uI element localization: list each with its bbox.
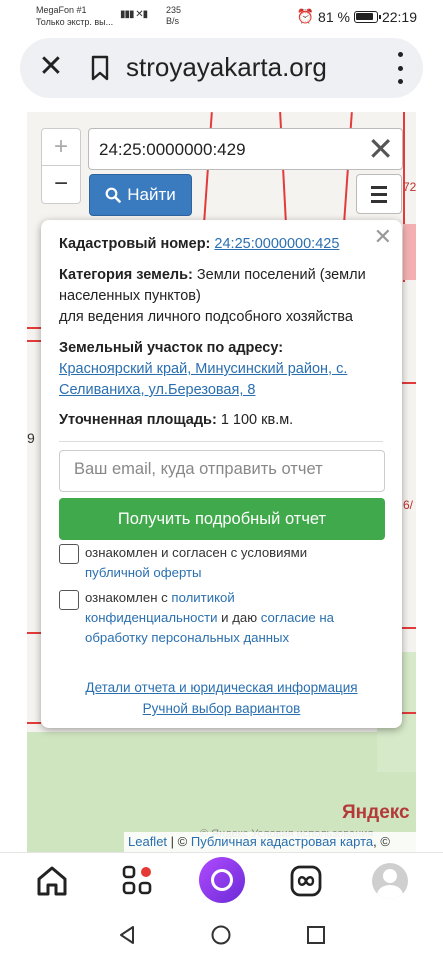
video-icon[interactable] xyxy=(288,863,324,899)
consent-link-2[interactable]: обработку персональных данных xyxy=(85,630,289,645)
manual-select-link[interactable]: Ручной выбор вариантов xyxy=(41,701,402,716)
map-attribution: Leaflet | © Публичная кадастровая карта,… xyxy=(124,832,416,852)
carrier-name: MegaFon #1 xyxy=(36,5,87,15)
offer-checkbox[interactable] xyxy=(59,544,79,564)
avatar[interactable] xyxy=(372,863,408,899)
recent-apps-icon[interactable] xyxy=(305,924,327,946)
clear-icon[interactable]: ✕ xyxy=(367,133,394,165)
search-input[interactable] xyxy=(99,137,359,163)
home-icon[interactable] xyxy=(34,863,70,899)
cadastre-source-link[interactable]: Публичная кадастровая карта xyxy=(191,834,373,849)
zoom-in-button[interactable]: + xyxy=(42,129,80,166)
category-row: Категория земель: Земли поселений (земли… xyxy=(59,265,389,328)
zoom-out-button[interactable]: − xyxy=(42,166,80,203)
attribution-sep: | © xyxy=(167,834,191,849)
find-label: Найти xyxy=(127,185,176,204)
privacy-mid: и даю xyxy=(221,610,258,625)
bookmark-icon[interactable] xyxy=(90,55,110,81)
offer-link[interactable]: публичной оферты xyxy=(85,565,202,580)
parcel-line xyxy=(27,340,41,342)
attribution-tail: , © xyxy=(373,834,390,849)
carrier-sub: Только экстр. вы... xyxy=(36,17,114,27)
category-value-2: населенных пунктов) xyxy=(59,288,201,304)
area-value: 1 100 кв.м. xyxy=(220,412,294,428)
system-navigation xyxy=(0,910,443,960)
cadastral-search: ✕ xyxy=(88,128,403,170)
home-circle-icon[interactable] xyxy=(210,924,232,946)
parcel-line xyxy=(27,327,41,329)
more-vert-icon[interactable] xyxy=(395,52,405,84)
area-row: Уточненная площадь: 1 100 кв.м. xyxy=(59,410,293,431)
map-label: 9 xyxy=(27,430,35,446)
alice-assistant-icon[interactable] xyxy=(199,857,245,903)
address-link[interactable]: Красноярский край, Минусинский район, с. xyxy=(59,361,347,377)
status-right: ⏰ 81 % 22:19 xyxy=(297,8,417,25)
back-icon[interactable] xyxy=(116,924,138,946)
close-icon[interactable]: ✕ xyxy=(36,52,66,82)
parcel-highlight xyxy=(403,224,416,280)
privacy-link[interactable]: политикой xyxy=(171,590,234,605)
parcel-line xyxy=(402,712,416,714)
leaflet-link[interactable]: Leaflet xyxy=(128,834,167,849)
privacy-checkbox-label: ознакомлен с политикой конфиденциальност… xyxy=(85,588,385,648)
status-bar: MegaFon #1 Только экстр. вы... ▮▮▮ ✕▮ 23… xyxy=(0,0,443,34)
signal-icon: ▮▮▮ ✕▮ xyxy=(120,9,148,20)
map-label: 6/ xyxy=(403,498,414,512)
privacy-prefix: ознакомлен с xyxy=(85,590,168,605)
details-link[interactable]: Детали отчета и юридическая информация xyxy=(41,680,402,695)
search-icon xyxy=(105,187,122,203)
address-row: Земельный участок по адресу: Красноярски… xyxy=(59,338,389,401)
parcel-line xyxy=(402,382,416,384)
get-report-button[interactable]: Получить подробный отчет xyxy=(59,498,385,540)
parcel-info-popup: ✕ Кадастровый номер: 24:25:0000000:425 К… xyxy=(41,220,402,728)
address-link-2[interactable]: Селиваниха, ул.Березовая, 8 xyxy=(59,382,255,398)
privacy-link-2[interactable]: конфиденциальности xyxy=(85,610,218,625)
address-label: Земельный участок по адресу: xyxy=(59,340,284,356)
divider xyxy=(59,441,383,442)
battery-percent: 81 % xyxy=(318,8,350,25)
close-icon[interactable]: ✕ xyxy=(374,224,392,250)
category-value: Земли поселений (земли xyxy=(196,267,366,283)
email-field[interactable] xyxy=(74,460,374,479)
yandex-logo: Яндекс xyxy=(342,802,410,823)
cadastral-label: Кадастровый номер: xyxy=(59,236,211,252)
carrier-info: MegaFon #1 Только экстр. вы... xyxy=(36,4,113,28)
map-label: 72 xyxy=(403,180,416,194)
services-icon[interactable] xyxy=(120,863,156,899)
offer-checkbox-label: ознакомлен и согласен с условиями публич… xyxy=(85,543,385,583)
privacy-checkbox[interactable] xyxy=(59,590,79,610)
address-bar: ✕ stroyayakarta.org xyxy=(20,38,423,98)
battery-icon xyxy=(353,10,381,23)
alarm-icon: ⏰ xyxy=(296,8,315,24)
hamburger-icon[interactable] xyxy=(356,174,402,214)
area-label: Уточненная площадь: xyxy=(59,412,217,428)
parcel-line xyxy=(27,722,41,724)
category-label: Категория земель: xyxy=(59,267,193,283)
find-button[interactable]: Найти xyxy=(89,174,192,216)
clock: 22:19 xyxy=(381,8,417,25)
usage-text: для ведения личного подсобного хозяйства xyxy=(59,309,353,325)
zoom-control: + − xyxy=(41,128,81,204)
cadastral-link[interactable]: 24:25:0000000:425 xyxy=(214,236,339,252)
network-speed: 235 B/s xyxy=(166,5,181,27)
cadastral-number-row: Кадастровый номер: 24:25:0000000:425 xyxy=(59,234,339,255)
speed-unit: B/s xyxy=(166,16,180,26)
parcel-line xyxy=(27,632,41,634)
bottom-navigation xyxy=(0,852,443,910)
offer-text: ознакомлен и согласен с условиями xyxy=(85,545,308,560)
parcel-line xyxy=(402,627,416,629)
url-text[interactable]: stroyayakarta.org xyxy=(126,52,376,83)
email-field-wrapper xyxy=(59,450,385,492)
speed-value: 235 xyxy=(166,5,182,15)
consent-link[interactable]: согласие на xyxy=(261,610,334,625)
